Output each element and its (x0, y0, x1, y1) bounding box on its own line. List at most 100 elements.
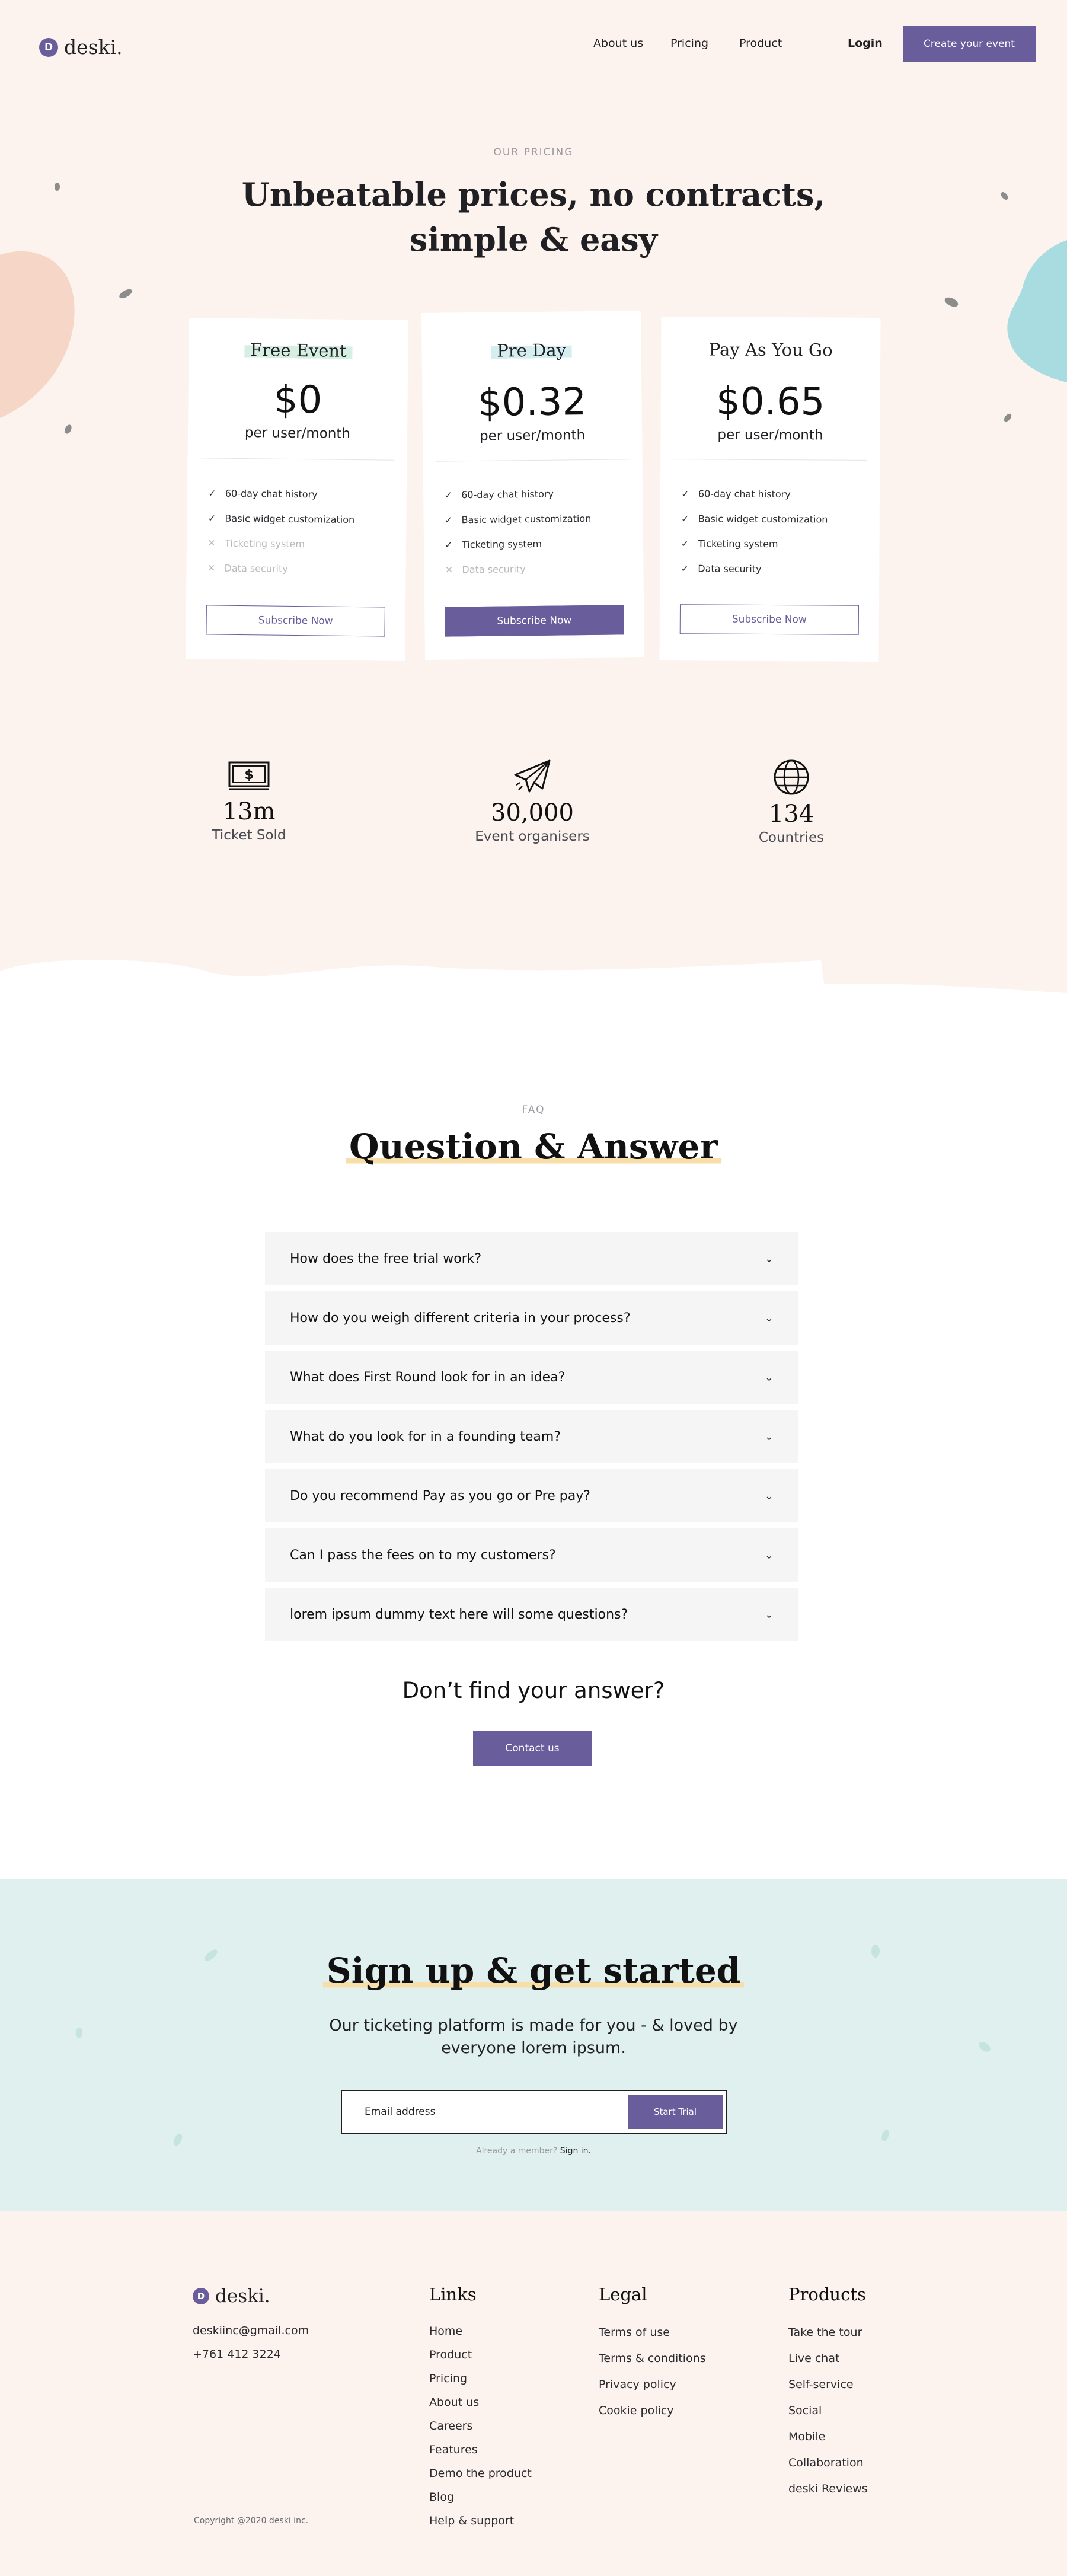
pricing-bottom-wave (0, 925, 1067, 993)
create-event-button[interactable]: Create your event (903, 26, 1036, 62)
check-icon: ✓ (681, 563, 689, 574)
footer-link-mobile[interactable]: Mobile (788, 2424, 868, 2450)
nav-product[interactable]: Product (739, 37, 782, 50)
plan-feature: ✓ Data security (681, 563, 762, 574)
chevron-down-icon: ⌄ (764, 1252, 774, 1265)
footer-products-list: Take the tour Live chat Self-service Soc… (788, 2319, 868, 2502)
contact-button[interactable]: Contact us (473, 1731, 592, 1766)
plan-card-free-event: Free Event $0 per user/month ✓ 60-day cha… (185, 318, 409, 661)
svg-text:$: $ (244, 768, 253, 783)
footer-link-tour[interactable]: Take the tour (788, 2319, 868, 2345)
decor-speck (55, 183, 60, 191)
decor-speck (871, 1945, 880, 1958)
plan-per: per user/month (244, 425, 351, 442)
stat-tickets-sold: $ 13m Ticket Sold (160, 759, 338, 843)
footer-link-social[interactable]: Social (788, 2398, 868, 2424)
footer-legal-list: Terms of use Terms & conditions Privacy … (599, 2319, 706, 2424)
card-divider (673, 459, 867, 461)
nav-pricing[interactable]: Pricing (670, 37, 708, 50)
plan-name: Pay As You Go (708, 339, 833, 360)
footer-links-heading: Links (429, 2284, 477, 2304)
faq-item[interactable]: What do you look for in a founding team?… (265, 1410, 798, 1463)
check-icon: ✓ (681, 513, 689, 525)
check-icon: ✓ (445, 539, 453, 551)
footer-link-about[interactable]: About us (429, 2390, 532, 2414)
decor-speck (76, 2028, 82, 2038)
signup-top-wave (0, 1881, 1067, 1900)
chevron-down-icon: ⌄ (764, 1430, 774, 1443)
stat-label: Ticket Sold (212, 828, 286, 843)
faq-item[interactable]: How do you weigh different criteria in y… (265, 1291, 798, 1345)
plan-feature: ✓ 60-day chat history (681, 488, 791, 500)
footer-link-blog[interactable]: Blog (429, 2485, 532, 2509)
footer-link-features[interactable]: Features (429, 2438, 532, 2462)
footer-email[interactable]: deskiinc@gmail.com (193, 2324, 309, 2337)
faq-item[interactable]: lorem ipsum dummy text here will some qu… (265, 1588, 798, 1641)
plan-feature: ✓ 60-day chat history (444, 488, 554, 501)
login-link[interactable]: Login (848, 37, 883, 50)
footer-link-terms-conditions[interactable]: Terms & conditions (599, 2345, 706, 2371)
footer-link-self-service[interactable]: Self-service (788, 2371, 868, 2398)
teal-blob-decoration (1007, 240, 1067, 382)
peach-blob-decoration (0, 251, 75, 418)
faq-question: lorem ipsum dummy text here will some qu… (290, 1607, 628, 1622)
start-trial-button[interactable]: Start Trial (628, 2095, 723, 2129)
faq-item[interactable]: Do you recommend Pay as you go or Pre pa… (265, 1469, 798, 1522)
check-icon: ✓ (681, 488, 689, 500)
footer-link-cookie[interactable]: Cookie policy (599, 2398, 706, 2424)
subscribe-button[interactable]: Subscribe Now (445, 605, 624, 637)
plan-price: $0.32 (477, 380, 587, 425)
check-icon: ✓ (444, 514, 453, 526)
already-member: Already a member? Sign in. (476, 2146, 591, 2156)
chevron-down-icon: ⌄ (764, 1489, 774, 1502)
chevron-down-icon: ⌄ (764, 1549, 774, 1562)
logo-mark: D (193, 2288, 209, 2304)
footer-top-wave (0, 2214, 1067, 2229)
footer-link-help[interactable]: Help & support (429, 2509, 532, 2533)
signup-title: Sign up & get started (267, 1951, 800, 1991)
faq-item[interactable]: Can I pass the fees on to my customers? ⌄ (265, 1528, 798, 1582)
faq-item[interactable]: What does First Round look for in an ide… (265, 1351, 798, 1404)
plan-feature: ✓ Ticketing system (445, 538, 542, 551)
globe-icon (774, 759, 809, 795)
logo-text: deski. (215, 2285, 270, 2307)
faq-question: What does First Round look for in an ide… (290, 1370, 566, 1385)
email-field[interactable]: Email address (365, 2091, 435, 2133)
footer-link-privacy[interactable]: Privacy policy (599, 2371, 706, 2398)
footer-link-terms-of-use[interactable]: Terms of use (599, 2319, 706, 2345)
nav-about-us[interactable]: About us (593, 37, 643, 50)
plan-feature: ✓ Basic widget customization (207, 512, 355, 526)
faq-item[interactable]: How does the free trial work? ⌄ (265, 1232, 798, 1285)
header-logo[interactable]: D deski. (39, 36, 123, 59)
paper-plane-icon (514, 759, 551, 793)
footer-link-careers[interactable]: Careers (429, 2414, 532, 2438)
footer-legal-heading: Legal (599, 2284, 647, 2304)
plan-card-pay-as-you-go: Pay As You Go $0.65 per user/month ✓ 60-d… (659, 317, 881, 662)
plan-feature: ✕ Data security (207, 562, 288, 574)
faq-question: Do you recommend Pay as you go or Pre pa… (290, 1488, 590, 1504)
pricing-title: Unbeatable prices, no contracts, simple … (241, 175, 826, 258)
footer-link-demo[interactable]: Demo the product (429, 2462, 532, 2485)
plan-feature: ✓ 60-day chat history (208, 487, 318, 500)
footer-phone: +761 412 3224 (193, 2348, 281, 2361)
faq-eyebrow: FAQ (522, 1104, 545, 1116)
check-icon: ✓ (681, 538, 689, 550)
footer-link-collaboration[interactable]: Collaboration (788, 2450, 868, 2476)
plan-per: per user/month (479, 427, 586, 444)
plan-name: Pre Day (421, 339, 641, 362)
footer-link-pricing[interactable]: Pricing (429, 2367, 532, 2390)
cross-icon: ✕ (207, 537, 216, 549)
footer-link-product[interactable]: Product (429, 2343, 532, 2367)
plan-name: Free Event (189, 339, 408, 362)
faq-question: How does the free trial work? (290, 1251, 482, 1266)
sign-in-link[interactable]: Sign in. (560, 2146, 591, 2156)
footer-logo[interactable]: D deski. (193, 2285, 270, 2307)
footer-link-home[interactable]: Home (429, 2319, 532, 2343)
subscribe-button[interactable]: Subscribe Now (206, 605, 385, 637)
subscribe-button[interactable]: Subscribe Now (679, 604, 859, 635)
stat-value: 134 (768, 800, 814, 828)
plan-feature: ✓ Basic widget customization (681, 513, 828, 525)
footer-link-reviews[interactable]: deski Reviews (788, 2476, 868, 2502)
stat-value: 13m (222, 798, 276, 825)
footer-link-live-chat[interactable]: Live chat (788, 2345, 868, 2371)
